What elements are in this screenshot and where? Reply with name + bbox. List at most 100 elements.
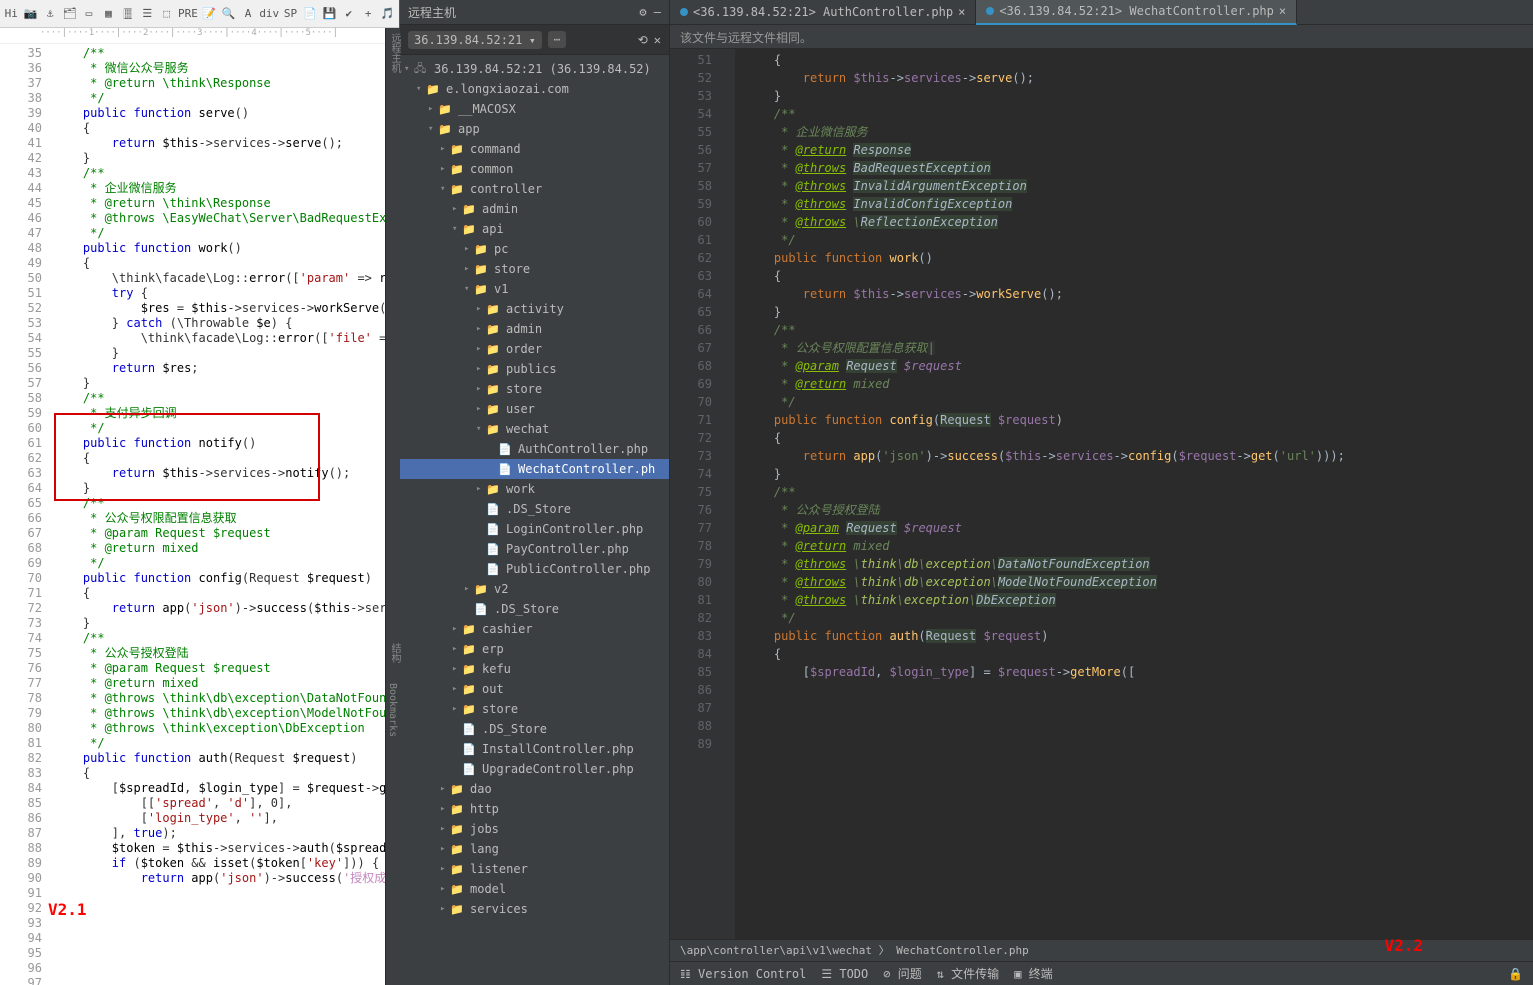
toolbar-icon[interactable]: + [361, 5, 375, 23]
version-control-button[interactable]: 𝌮 Version Control [680, 967, 806, 981]
tree-item[interactable]: 📄.DS_Store [400, 499, 669, 519]
tree-item[interactable]: ▸📁user [400, 399, 669, 419]
toolbar-icon[interactable]: div [260, 5, 278, 23]
tree-item[interactable]: ▸📁activity [400, 299, 669, 319]
close-icon[interactable]: × [958, 5, 965, 19]
tree-item[interactable]: 📄AuthController.php [400, 439, 669, 459]
file-tree[interactable]: ▾🖧36.139.84.52:21 (36.139.84.52) ▾📁e.lon… [400, 55, 669, 985]
toolbar-icon[interactable]: ⚓ [43, 5, 57, 23]
toolbar-icon[interactable]: ⬚ [160, 5, 174, 23]
tree-item[interactable]: ▸📁cashier [400, 619, 669, 639]
tree-item[interactable]: ▸📁order [400, 339, 669, 359]
right-editor-panel: <36.139.84.52:21> AuthController.php× <3… [670, 0, 1533, 985]
toolbar-icon[interactable]: ☰ [140, 5, 154, 23]
left-gutter: 3536373839404142434445464748495051525354… [0, 44, 50, 985]
tree-item[interactable]: ▸📁model [400, 879, 669, 899]
tree-item[interactable]: 📄PublicController.php [400, 559, 669, 579]
tree-item[interactable]: ▾📁app [400, 119, 669, 139]
refresh-icon[interactable]: ⟲ [638, 33, 648, 47]
gear-icon[interactable]: ⚙ — [639, 5, 661, 19]
tree-item[interactable]: ▸📁kefu [400, 659, 669, 679]
tree-item[interactable]: 📄.DS_Store [400, 599, 669, 619]
status-right-icon[interactable]: 🔒 [1508, 967, 1523, 981]
tree-item[interactable]: ▸📁lang [400, 839, 669, 859]
tree-item[interactable]: ▸📁jobs [400, 819, 669, 839]
tree-item[interactable]: ▸📁command [400, 139, 669, 159]
tree-item[interactable]: ▸📁__MACOSX [400, 99, 669, 119]
version-left-label: V2.1 [48, 900, 87, 919]
toolbar-icon[interactable]: 🔍 [221, 5, 235, 23]
host-dropdown[interactable]: 36.139.84.52:21 ▾ [408, 31, 542, 49]
tree-root[interactable]: ▾🖧36.139.84.52:21 (36.139.84.52) [400, 59, 669, 79]
more-button[interactable]: ⋯ [548, 31, 567, 48]
close-icon[interactable]: ✕ [654, 33, 661, 47]
version-right-label: V2.2 [1384, 936, 1423, 955]
toolbar-icon[interactable]: 📷 [23, 5, 37, 23]
tree-item[interactable]: 📄InstallController.php [400, 739, 669, 759]
side-label-remote[interactable]: 远程主机 [386, 28, 403, 78]
toolbar-icon[interactable]: 💾 [322, 5, 336, 23]
tree-item[interactable]: 📄UpgradeController.php [400, 759, 669, 779]
todo-button[interactable]: ☰ TODO [821, 967, 868, 981]
tree-item[interactable]: ▸📁store [400, 259, 669, 279]
tree-item[interactable]: ▸📁services [400, 899, 669, 919]
side-label-bookmarks[interactable]: Bookmarks [386, 678, 399, 742]
tree-item[interactable]: ▸📁listener [400, 859, 669, 879]
side-label-structure[interactable]: 结构 [386, 638, 403, 668]
right-gutter: 5152535455565758596061626364656667686970… [670, 49, 720, 939]
tree-item[interactable]: ▸📁store [400, 699, 669, 719]
host-bar: 36.139.84.52:21 ▾ ⋯ ⟲ ✕ [400, 25, 669, 55]
toolbar-icon[interactable]: Hi [4, 5, 18, 23]
tree-item[interactable]: ▸📁pc [400, 239, 669, 259]
tree-item[interactable]: ▾📁wechat [400, 419, 669, 439]
left-code[interactable]: /** * 微信公众号服务 * @return \think\Response … [50, 44, 399, 985]
tree-item[interactable]: ▸📁admin [400, 319, 669, 339]
tree-item[interactable]: ▸📁http [400, 799, 669, 819]
toolbar-icon[interactable]: 📝 [202, 5, 216, 23]
toolbar-icon[interactable]: ▦ [101, 5, 115, 23]
tab-wechatcontroller[interactable]: <36.139.84.52:21> WechatController.php× [976, 0, 1297, 25]
tree-item[interactable]: ▸📁v2 [400, 579, 669, 599]
toolbar-icon[interactable]: SP [283, 5, 297, 23]
toolbar-icon[interactable]: ✔ [342, 5, 356, 23]
dot-icon [680, 8, 688, 16]
tree-item[interactable]: ▸📁admin [400, 199, 669, 219]
side-tool-strip: 远程主机 结构 Bookmarks [385, 28, 400, 985]
tree-item[interactable]: ▾📁v1 [400, 279, 669, 299]
left-toolbar: Hi 📷 ⚓ 🗂 ▭ ▦ 🀘 ☰ ⬚ PRE 📝 🔍 Adiv SP 📄 💾 ✔ + 🎵 [0, 0, 399, 28]
terminal-button[interactable]: ▣ 终端 [1014, 965, 1052, 982]
tree-item[interactable]: ▸📁work [400, 479, 669, 499]
right-editor[interactable]: 5152535455565758596061626364656667686970… [670, 49, 1533, 939]
toolbar-icon[interactable]: PRE [179, 5, 197, 23]
close-icon[interactable]: × [1279, 4, 1286, 18]
file-transfer-button[interactable]: ⇅ 文件传输 [937, 965, 999, 982]
toolbar-icon[interactable]: A [241, 5, 255, 23]
tree-item[interactable]: 📄WechatController.ph [400, 459, 669, 479]
tree-item[interactable]: ▸📁publics [400, 359, 669, 379]
tree-item[interactable]: ▸📁store [400, 379, 669, 399]
toolbar-icon[interactable]: 🀘 [121, 5, 135, 23]
left-editor[interactable]: 3536373839404142434445464748495051525354… [0, 44, 399, 985]
toolbar-icon[interactable]: 🗂 [62, 5, 76, 23]
tree-item[interactable]: ▸📁common [400, 159, 669, 179]
tree-item[interactable]: 📄LoginController.php [400, 519, 669, 539]
tree-item[interactable]: 📄.DS_Store [400, 719, 669, 739]
toolbar-icon[interactable]: ▭ [82, 5, 96, 23]
tree-item[interactable]: ▾📁e.longxiaozai.com [400, 79, 669, 99]
tree-item[interactable]: ▸📁erp [400, 639, 669, 659]
tab-authcontroller[interactable]: <36.139.84.52:21> AuthController.php× [670, 0, 976, 25]
right-code[interactable]: { return $this->services->serve(); } /**… [735, 49, 1533, 939]
editor-tabs: <36.139.84.52:21> AuthController.php× <3… [670, 0, 1533, 25]
tree-item[interactable]: ▾📁api [400, 219, 669, 239]
remote-host-title: 远程主机 ⚙ — [400, 0, 669, 25]
sync-info-bar: 该文件与远程文件相同。 [670, 25, 1533, 49]
ruler: ····|····1····|····2····|····3····|····4… [0, 28, 399, 44]
tree-item[interactable]: ▸📁dao [400, 779, 669, 799]
problems-button[interactable]: ⊘ 问题 [883, 965, 921, 982]
tree-item[interactable]: ▸📁out [400, 679, 669, 699]
toolbar-icon[interactable]: 📄 [303, 5, 317, 23]
fold-gutter[interactable] [720, 49, 735, 939]
tree-item[interactable]: 📄PayController.php [400, 539, 669, 559]
tree-item[interactable]: ▾📁controller [400, 179, 669, 199]
toolbar-icon[interactable]: 🎵 [380, 5, 394, 23]
